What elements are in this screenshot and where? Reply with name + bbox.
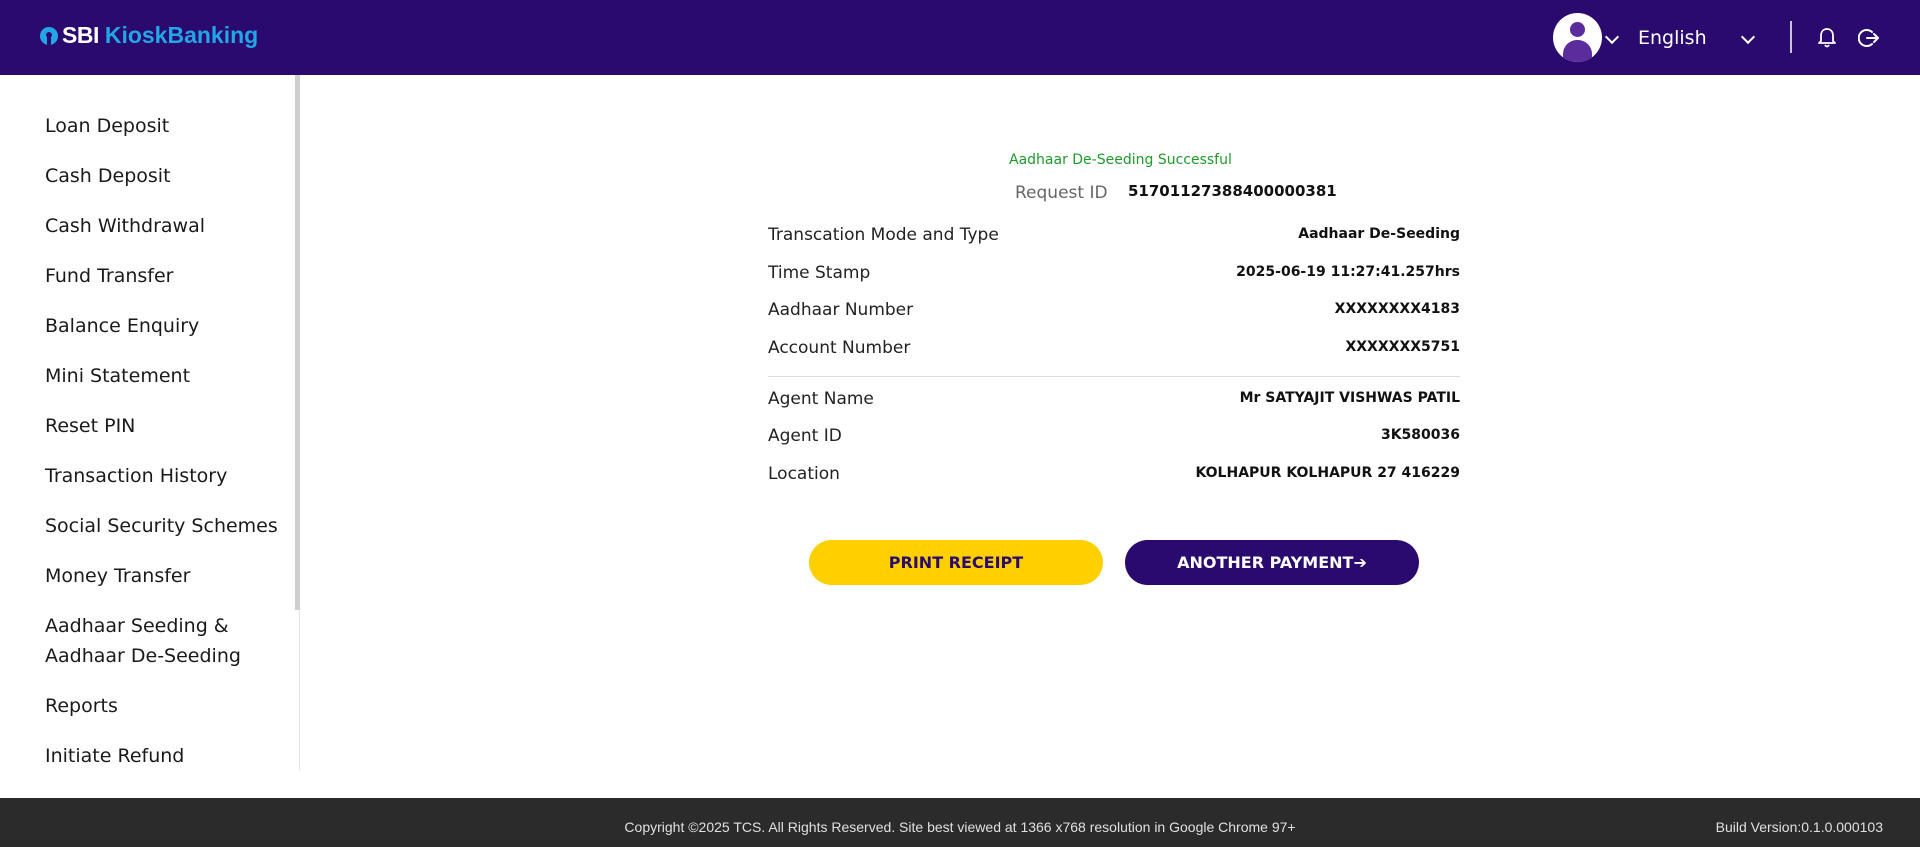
agent-id-value: 3K580036 [1380,427,1460,443]
transaction-mode-label: Transcation Mode and Type [768,225,999,245]
user-avatar-icon[interactable] [1553,13,1602,62]
language-selector[interactable]: English [1638,27,1707,49]
timestamp-value: 2025-06-19 11:27:41.257hrs [1236,264,1460,280]
sidebar-item-reports[interactable]: Reports [45,691,118,721]
header-divider [1790,21,1792,53]
chevron-down-icon[interactable] [1740,29,1756,45]
account-number-value: XXXXXXX5751 [1345,339,1460,355]
brand-sbi-text: SBI [62,22,99,48]
logout-icon[interactable] [1858,27,1880,49]
sidebar-item-label: Aadhaar De-Seeding [45,645,241,667]
sidebar-item-cash-withdrawal[interactable]: Cash Withdrawal [45,211,205,241]
sbi-kiosk-logo[interactable]: SBI KioskBanking [40,22,258,49]
request-id-label: Request ID [1015,183,1108,203]
sbi-logo-icon [40,26,58,45]
aadhaar-number-label: Aadhaar Number [768,300,914,320]
sidebar-item-label: Aadhaar Seeding & [45,615,229,637]
request-id-value: 51701127388400000381 [1128,182,1337,200]
sidebar-item-social-security-schemes[interactable]: Social Security Schemes [45,511,278,541]
transaction-mode-value: Aadhaar De-Seeding [1298,226,1460,242]
sidebar-item-balance-enquiry[interactable]: Balance Enquiry [45,311,199,341]
status-message: Aadhaar De-Seeding Successful [1009,152,1232,168]
sidebar-item-mini-statement[interactable]: Mini Statement [45,361,190,391]
sidebar-item-money-transfer[interactable]: Money Transfer [45,561,190,591]
chevron-down-icon[interactable] [1604,29,1620,45]
print-receipt-button[interactable]: PRINT RECEIPT [809,540,1103,585]
top-header: SBI KioskBanking English [0,0,1920,75]
another-payment-button[interactable]: ANOTHER PAYMENT➔ [1125,540,1419,585]
bell-icon[interactable] [1817,27,1837,49]
brand-kiosk-text: KioskBanking [104,22,259,48]
sidebar-item-fund-transfer[interactable]: Fund Transfer [45,261,173,291]
account-number-label: Account Number [768,338,911,358]
footer-copyright: Copyright ©2025 TCS. All Rights Reserved… [624,819,1296,835]
receipt-divider [768,376,1460,377]
agent-name-value: Mr SATYAJIT VISHWAS PATIL [1239,390,1460,406]
sidebar-item-reset-pin[interactable]: Reset PIN [45,411,135,441]
sidebar-scrollbar[interactable] [295,75,300,610]
agent-id-label: Agent ID [768,426,842,446]
sidebar-item-transaction-history[interactable]: Transaction History [45,461,227,491]
agent-name-label: Agent Name [768,389,874,409]
location-label: Location [768,464,840,484]
footer-build-version: Build Version:0.1.0.000103 [1715,819,1883,835]
aadhaar-number-value: XXXXXXXX4183 [1334,301,1460,317]
location-value: KOLHAPUR KOLHAPUR 27 416229 [1195,465,1460,481]
sidebar-item-loan-deposit[interactable]: Loan Deposit [45,111,169,141]
timestamp-label: Time Stamp [768,263,871,283]
sidebar-item-aadhaar-seeding[interactable]: Aadhaar Seeding & Aadhaar De-Seeding [45,611,241,671]
sidebar-item-cash-deposit[interactable]: Cash Deposit [45,161,171,191]
sidebar-item-initiate-refund[interactable]: Initiate Refund [45,741,184,771]
